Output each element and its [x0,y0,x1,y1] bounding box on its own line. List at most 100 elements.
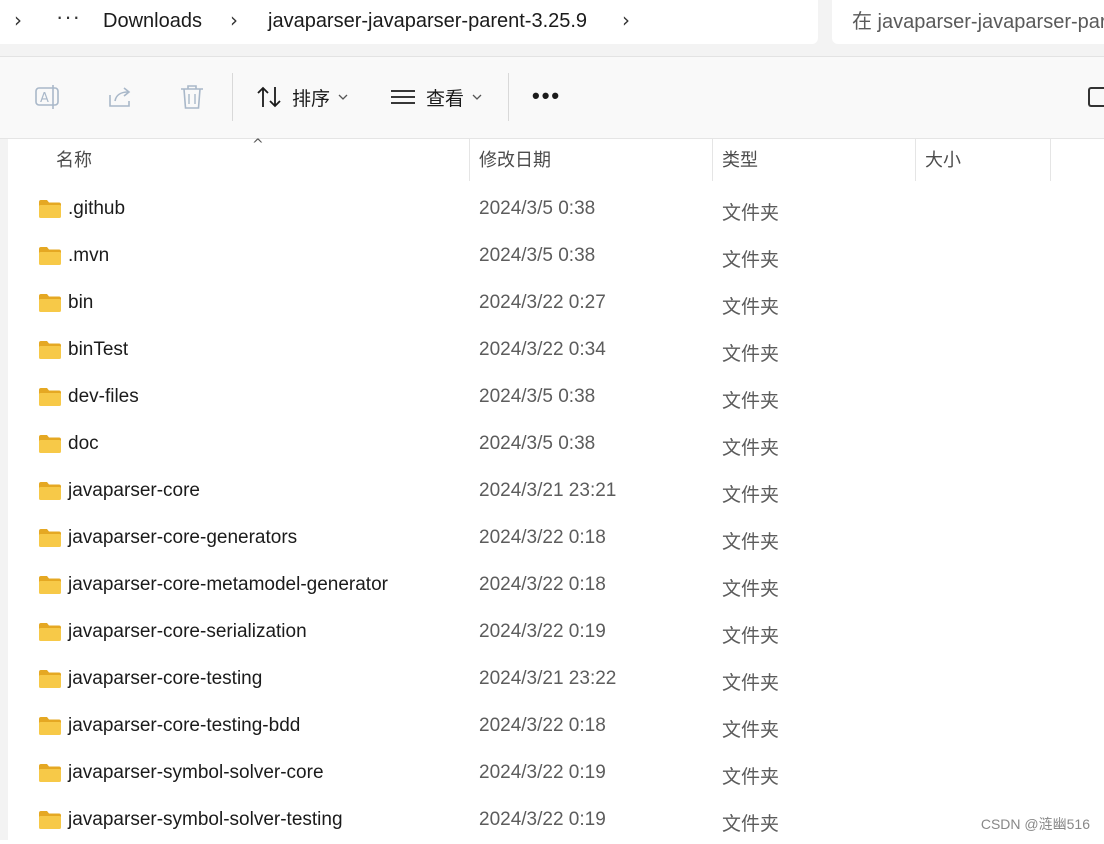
delete-button[interactable] [178,83,206,111]
folder-icon [39,482,61,500]
file-row[interactable]: bin 2024/3/22 0:27 文件夹 [8,280,1104,327]
file-type: 文件夹 [722,579,780,600]
file-row[interactable]: javaparser-core-metamodel-generator 2024/… [8,562,1104,609]
file-row[interactable]: javaparser-core 2024/3/21 23:21 文件夹 [8,468,1104,515]
file-name: javaparser-core-testing-bdd [68,715,301,736]
folder-icon [39,529,61,547]
svg-text:A: A [40,91,49,106]
more-breadcrumbs-button[interactable]: ··· [56,4,81,30]
file-name: .mvn [68,245,110,266]
file-type: 文件夹 [722,673,780,694]
folder-icon [39,623,61,641]
file-row[interactable]: binTest 2024/3/22 0:34 文件夹 [8,327,1104,374]
rename-button[interactable]: A [34,83,62,111]
breadcrumb: › ··· Downloads › javaparser-javaparser-… [0,0,818,44]
folder-icon [39,200,61,218]
file-modified-date: 2024/3/21 23:21 [479,480,617,501]
file-modified-date: 2024/3/22 0:34 [479,339,606,360]
file-modified-date: 2024/3/5 0:38 [479,386,596,407]
file-type: 文件夹 [722,297,780,318]
file-list: .github 2024/3/5 0:38 文件夹 .mvn 2024/3/5 0:38… [8,186,1104,844]
file-name: javaparser-symbol-solver-core [68,762,324,783]
file-type: 文件夹 [722,814,780,835]
sort-button[interactable]: 排序 [256,83,348,111]
file-row[interactable]: .github 2024/3/5 0:38 文件夹 [8,186,1104,233]
folder-icon [39,764,61,782]
file-name: dev-files [68,386,139,407]
column-header-row: ^ 名称 修改日期 类型 大小 [8,137,1104,181]
folder-icon [39,294,61,312]
file-name: javaparser-core-serialization [68,621,307,642]
file-name: javaparser-symbol-solver-testing [68,809,343,830]
file-type: 文件夹 [722,250,780,271]
file-name: javaparser-core [68,480,200,501]
file-row[interactable]: javaparser-symbol-solver-core 2024/3/22 0… [8,750,1104,797]
folder-icon [39,576,61,594]
toolbar-divider [232,73,233,121]
file-modified-date: 2024/3/5 0:38 [479,245,596,266]
command-bar: A 排序 查看 ••• [0,57,1104,139]
chevron-down-icon [472,94,482,100]
folder-icon [39,388,61,406]
column-header-date[interactable]: 修改日期 [469,139,712,181]
address-bar: › ··· Downloads › javaparser-javaparser-… [0,0,1104,57]
chevron-right-icon[interactable]: › [14,8,22,32]
file-modified-date: 2024/3/22 0:18 [479,527,606,548]
file-type: 文件夹 [722,485,780,506]
file-name: binTest [68,339,129,360]
file-modified-date: 2024/3/22 0:19 [479,621,606,642]
file-type: 文件夹 [722,532,780,553]
file-modified-date: 2024/3/22 0:27 [479,292,606,313]
view-button[interactable]: 查看 [390,83,482,111]
watermark: CSDN @涟幽516 [980,816,1090,832]
file-row[interactable]: dev-files 2024/3/5 0:38 文件夹 [8,374,1104,421]
file-modified-date: 2024/3/22 0:18 [479,574,606,595]
search-input[interactable] [852,8,1104,36]
folder-icon [39,341,61,359]
file-row[interactable]: .mvn 2024/3/5 0:38 文件夹 [8,233,1104,280]
chevron-right-icon[interactable]: › [230,8,238,32]
file-name: bin [68,292,94,313]
chevron-down-icon [338,94,348,100]
file-name: javaparser-core-testing [68,668,263,689]
folder-icon [39,717,61,735]
folder-icon [39,811,61,829]
column-header-type[interactable]: 类型 [712,139,915,181]
file-type: 文件夹 [722,720,780,741]
file-type: 文件夹 [722,344,780,365]
column-header-size[interactable]: 大小 [915,139,1050,181]
file-row[interactable]: javaparser-core-testing 2024/3/21 23:22 文件… [8,656,1104,703]
file-row[interactable]: javaparser-core-serialization 2024/3/22 0… [8,609,1104,656]
file-row[interactable]: javaparser-core-generators 2024/3/22 0:18… [8,515,1104,562]
file-name: .github [68,198,126,219]
column-divider[interactable] [1050,139,1051,181]
file-name: javaparser-core-generators [68,527,298,548]
file-modified-date: 2024/3/22 0:19 [479,762,606,783]
share-icon [109,87,131,107]
view-list-icon [391,90,415,104]
search-box [832,0,1104,44]
breadcrumb-item-current-folder[interactable]: javaparser-javaparser-parent-3.25.9 [268,10,587,33]
view-label: 查看 [426,88,465,110]
chevron-right-icon[interactable]: › [622,8,630,32]
trash-icon [181,85,203,109]
file-row[interactable]: javaparser-symbol-solver-testing 2024/3/2… [8,797,1104,844]
rename-icon: A [35,85,59,109]
file-type: 文件夹 [722,767,780,788]
file-name: doc [68,433,99,454]
share-button[interactable] [106,83,134,111]
more-options-button[interactable]: ••• [532,83,561,109]
file-modified-date: 2024/3/22 0:19 [479,809,606,830]
navigation-pane-edge [0,139,8,840]
file-modified-date: 2024/3/21 23:22 [479,668,617,689]
file-modified-date: 2024/3/22 0:18 [479,715,606,736]
file-row[interactable]: doc 2024/3/5 0:38 文件夹 [8,421,1104,468]
breadcrumb-item-downloads[interactable]: Downloads [103,10,202,33]
file-row[interactable]: javaparser-core-testing-bdd 2024/3/22 0:1… [8,703,1104,750]
file-name: javaparser-core-metamodel-generator [68,574,388,595]
column-header-name[interactable]: 名称 [46,139,468,181]
details-pane-icon[interactable] [1088,87,1104,107]
file-type: 文件夹 [722,391,780,412]
sort-label: 排序 [292,88,331,110]
file-modified-date: 2024/3/5 0:38 [479,433,596,454]
